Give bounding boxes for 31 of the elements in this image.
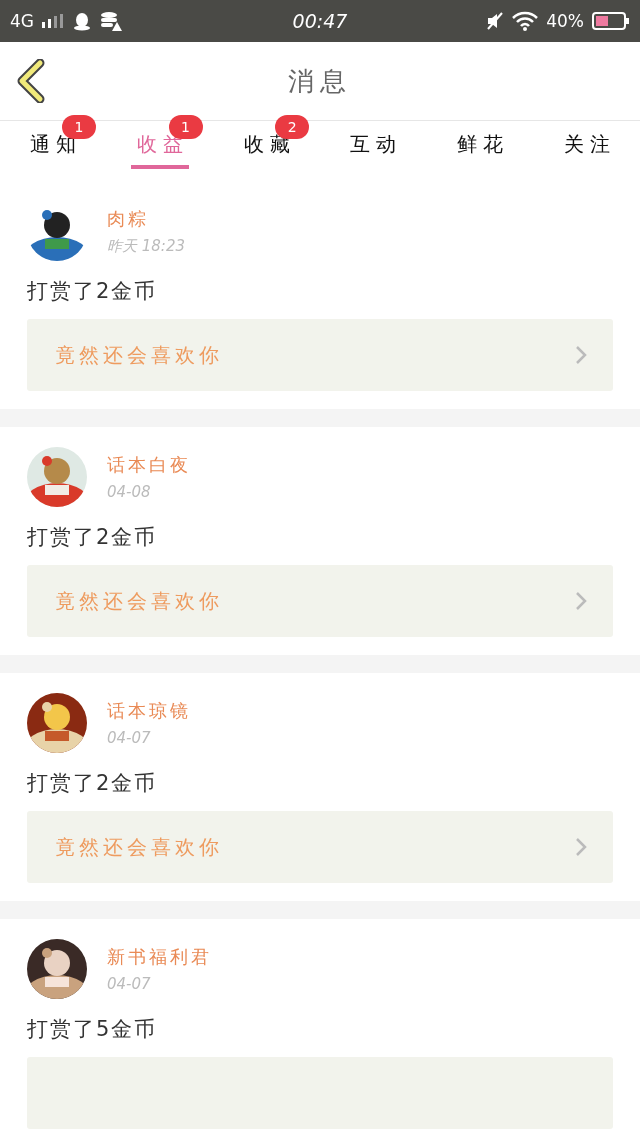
- back-button[interactable]: [16, 59, 46, 103]
- message-text: 打赏了5金币: [27, 1016, 159, 1043]
- tab[interactable]: 鲜花: [451, 121, 509, 169]
- chevron-right-icon: [575, 837, 587, 857]
- tab[interactable]: 互动: [344, 121, 403, 169]
- tab[interactable]: 关注: [557, 121, 616, 169]
- timestamp: 昨天 18:23: [107, 236, 185, 256]
- quoted-work[interactable]: 竟然还会喜欢你: [27, 319, 613, 391]
- message-text: 打赏了2金币: [27, 524, 159, 551]
- network-label: 4G: [10, 11, 34, 31]
- signal-icon: [42, 14, 64, 28]
- timestamp: 04-07: [107, 729, 152, 747]
- battery-icon: [592, 12, 630, 30]
- user-name[interactable]: 新书福利君: [107, 945, 212, 969]
- clock: 00:47: [292, 10, 348, 32]
- page-title: 消息: [288, 64, 352, 98]
- user-name[interactable]: 肉粽: [107, 206, 185, 231]
- user-name[interactable]: 话本琼镜: [107, 699, 191, 723]
- timestamp: 04-07: [107, 975, 152, 993]
- mute-icon: [486, 12, 505, 30]
- timestamp: 04-08: [107, 483, 152, 501]
- user-name[interactable]: 话本白夜: [107, 453, 191, 477]
- database-icon: [100, 11, 122, 31]
- message-text: 打赏了2金币: [27, 770, 159, 797]
- wifi-icon: [512, 11, 539, 31]
- battery-percent: 40%: [546, 11, 584, 31]
- quoted-work[interactable]: 竟然还会喜欢你: [27, 811, 613, 883]
- quoted-work[interactable]: 竟然还会喜欢你: [27, 565, 613, 637]
- message-text: 打赏了2金币: [27, 278, 159, 305]
- chevron-right-icon: [575, 591, 587, 611]
- chevron-right-icon: [575, 345, 587, 365]
